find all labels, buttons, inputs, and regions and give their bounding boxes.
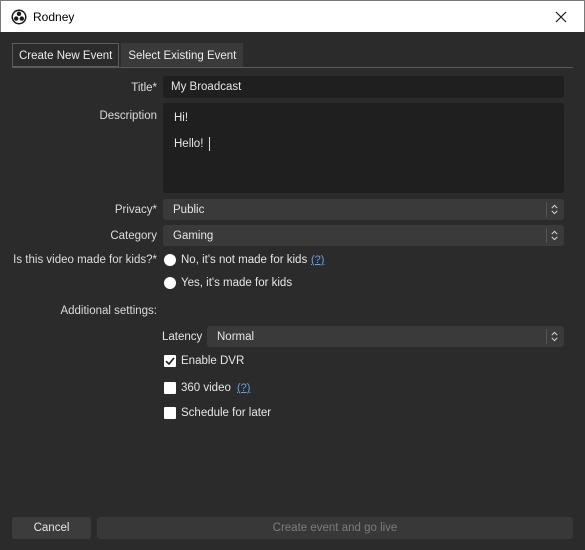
360-video-help-link[interactable]: (?) [237,382,250,394]
category-select[interactable]: Gaming [163,225,564,246]
create-event-button[interactable]: Create event and go live [97,517,573,539]
category-label: Category [110,230,157,242]
radio-for-kids[interactable] [164,277,176,289]
enable-dvr-checkbox[interactable] [164,355,176,367]
window-title: Rodney [33,10,75,24]
kids-help-link[interactable]: (?) [311,254,324,266]
status-bar-edge [0,546,585,550]
schedule-later-label: Schedule for later [181,407,272,419]
description-line-1: Hi! [174,112,189,124]
title-input-value: My Broadcast [171,81,242,93]
description-textarea[interactable]: Hi! Hello! [163,103,564,193]
kids-label: Is this video made for kids?* [13,254,157,266]
description-line-2: Hello! [174,138,204,150]
latency-label: Latency [162,331,203,343]
updown-icon [546,202,558,217]
category-value: Gaming [173,229,214,242]
obs-icon [11,9,27,25]
event-tabs: Create New Event Select Existing Event [12,43,244,67]
radio-for-kids-label: Yes, it's made for kids [181,277,293,289]
latency-value: Normal [217,330,255,343]
tab-select-existing-event[interactable]: Select Existing Event [121,43,244,67]
close-icon [555,11,567,22]
title-label: Title* [131,82,157,94]
privacy-label: Privacy* [114,204,157,216]
radio-not-for-kids-label: No, it's not made for kids [181,254,308,266]
tab-divider [12,67,573,68]
text-cursor [209,137,210,151]
close-button[interactable] [538,1,584,32]
latency-select[interactable]: Normal [207,326,564,347]
description-label: Description [99,110,157,122]
privacy-select[interactable]: Public [163,199,564,220]
enable-dvr-label: Enable DVR [181,355,245,367]
tab-create-new-event[interactable]: Create New Event [12,43,120,67]
privacy-value: Public [173,203,205,216]
360-video-checkbox[interactable] [164,382,176,394]
window-titlebar: Rodney [0,0,585,32]
radio-not-for-kids[interactable] [164,254,176,266]
updown-icon [546,329,558,344]
title-input[interactable]: My Broadcast [163,76,564,98]
schedule-later-checkbox[interactable] [164,407,176,419]
cancel-button[interactable]: Cancel [12,517,91,539]
updown-icon [546,228,558,243]
additional-settings-label: Additional settings: [60,305,157,317]
checkmark-icon [165,357,175,366]
360-video-label: 360 video [181,382,231,394]
